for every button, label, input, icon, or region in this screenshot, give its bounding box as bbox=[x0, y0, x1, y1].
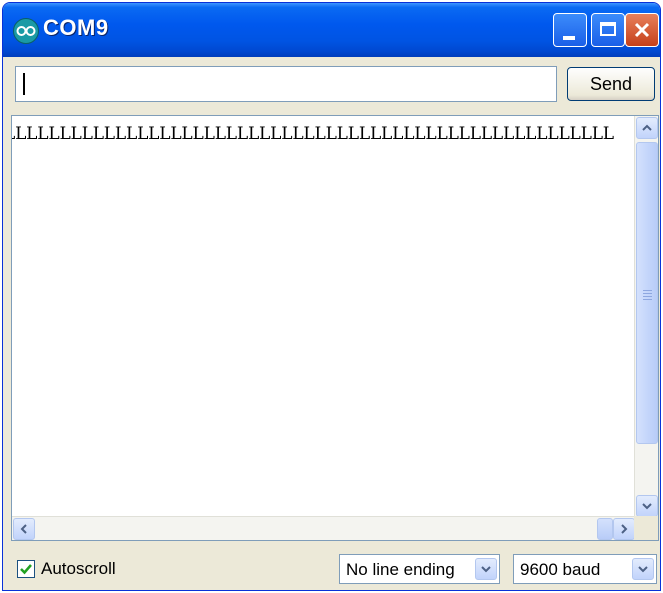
window-title: COM9 bbox=[43, 15, 109, 40]
maximize-button[interactable] bbox=[591, 13, 625, 47]
baud-rate-select[interactable]: 9600 baud bbox=[513, 554, 657, 584]
text-caret bbox=[23, 73, 25, 95]
autoscroll-label: Autoscroll bbox=[41, 559, 116, 578]
title-bar[interactable]: COM9 bbox=[3, 3, 660, 57]
chevron-right-icon bbox=[621, 524, 628, 534]
chevron-down-icon bbox=[481, 566, 491, 573]
thumb-grip bbox=[643, 293, 652, 294]
baud-rate-dropdown-button[interactable] bbox=[632, 558, 654, 580]
thumb-grip bbox=[643, 296, 652, 297]
baud-rate-value: 9600 baud bbox=[520, 560, 601, 579]
serial-output-area[interactable]: LLLLLLLLLLLLLLLLLLLLLLLLLLLLLLLLLLLLLLLL… bbox=[11, 115, 659, 541]
chevron-down-icon bbox=[642, 503, 652, 510]
scroll-left-button[interactable] bbox=[13, 518, 35, 540]
close-icon bbox=[634, 22, 650, 38]
vertical-scrollbar[interactable] bbox=[634, 116, 658, 518]
send-text-input[interactable] bbox=[15, 66, 557, 102]
scrollbar-corner bbox=[634, 516, 658, 540]
scroll-right-button[interactable] bbox=[613, 518, 635, 540]
line-ending-value: No line ending bbox=[346, 560, 455, 579]
thumb-grip bbox=[643, 299, 652, 300]
checkmark-icon bbox=[20, 564, 32, 575]
scroll-up-button[interactable] bbox=[636, 117, 658, 139]
minimize-button[interactable] bbox=[553, 13, 587, 47]
chevron-down-icon bbox=[638, 566, 648, 573]
line-ending-dropdown-button[interactable] bbox=[475, 558, 497, 580]
chevron-left-icon bbox=[20, 524, 27, 534]
autoscroll-option[interactable]: Autoscroll bbox=[17, 558, 116, 580]
scroll-down-button[interactable] bbox=[636, 495, 658, 517]
autoscroll-checkbox[interactable] bbox=[17, 560, 35, 578]
chevron-up-icon bbox=[642, 124, 652, 131]
line-ending-select[interactable]: No line ending bbox=[339, 554, 500, 584]
send-button[interactable]: Send bbox=[567, 67, 655, 101]
serial-monitor-window: COM9 Send LLLLLLLLLLLLLLLLLLLLLLLLLLLLLL… bbox=[2, 2, 661, 591]
horizontal-scrollbar[interactable] bbox=[12, 516, 636, 540]
vertical-scroll-thumb[interactable] bbox=[636, 142, 658, 444]
horizontal-scroll-thumb[interactable] bbox=[597, 518, 613, 540]
thumb-grip bbox=[643, 290, 652, 291]
arduino-infinity-icon bbox=[13, 18, 39, 44]
serial-output-text: LLLLLLLLLLLLLLLLLLLLLLLLLLLLLLLLLLLLLLLL… bbox=[11, 124, 614, 144]
close-button[interactable] bbox=[625, 13, 659, 47]
